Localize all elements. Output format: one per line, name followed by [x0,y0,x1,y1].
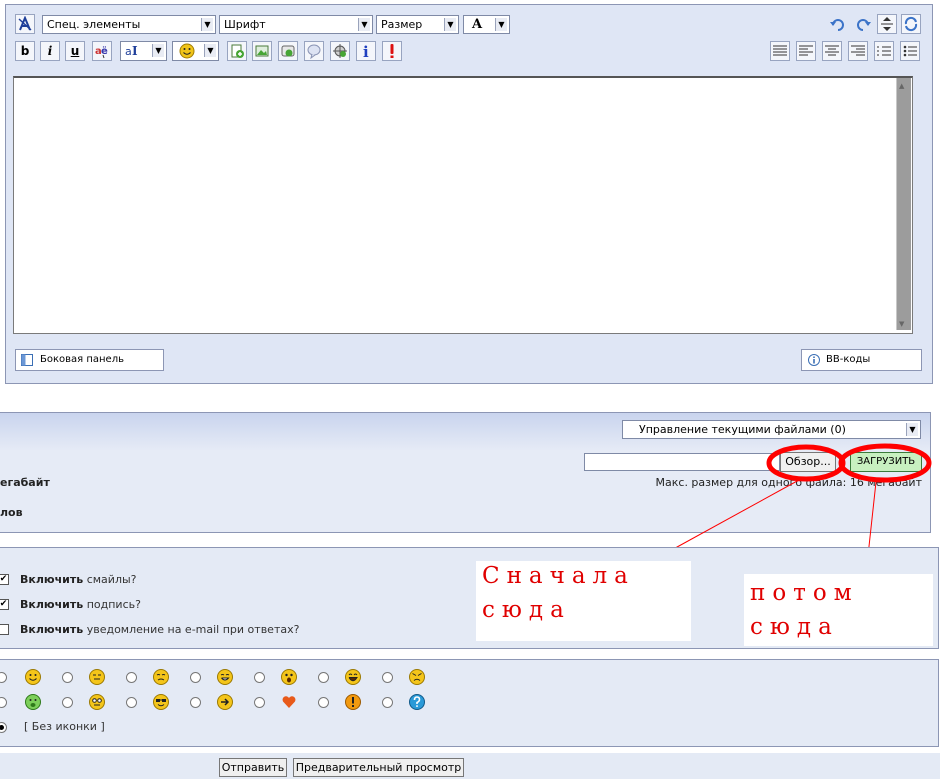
enable-smilies-label: Включить смайлы? [20,573,137,586]
enable-email-notify-label: Включить уведомление на e-mail при ответ… [20,623,300,636]
smile-icon [25,669,41,685]
post-icon-radio[interactable] [126,697,137,708]
annotation-first-line1: Сначала [482,563,635,589]
post-icon-radio[interactable] [254,672,265,683]
post-icon-radio[interactable] [62,697,73,708]
send-label: Отправить [221,761,285,774]
post-icon-radio[interactable] [382,697,393,708]
annotation-first-box: Сначала сюда [476,561,691,641]
browse-highlight-circle [766,444,846,482]
grin-icon [217,669,233,685]
enable-signature-checkbox[interactable]: ✔ [0,599,9,610]
post-icon-radio[interactable] [190,672,201,683]
post-icon-radio[interactable] [62,672,73,683]
arrow-right-icon [217,694,233,710]
post-icon-radio[interactable] [190,697,201,708]
exclamation-icon [345,694,361,710]
post-icon-radio[interactable] [318,672,329,683]
enable-smilies-checkbox[interactable]: ✔ [0,574,9,585]
no-icon-label: [ Без иконки ] [24,720,105,733]
post-icon-radio[interactable] [382,672,393,683]
laugh-icon [345,669,361,685]
enable-signature-label: Включить подпись? [20,598,141,611]
send-button[interactable]: Отправить [219,758,287,777]
sick-icon [25,694,41,710]
bottom-bar [0,753,940,779]
post-icon-radio[interactable] [254,697,265,708]
surprised-icon [281,669,297,685]
upload-highlight-circle [838,443,932,483]
post-icons-panel [0,659,939,747]
pointer-line-first [667,479,800,553]
enable-email-notify-checkbox[interactable] [0,624,9,635]
annotation-first-line2: сюда [482,597,571,623]
post-icon-radio[interactable] [126,672,137,683]
heart-icon [282,696,296,708]
confused-icon [89,694,105,710]
post-icon-radio[interactable] [318,697,329,708]
wink-icon [89,669,105,685]
angry-icon [409,669,425,685]
preview-label: Предварительный просмотр [295,761,462,774]
annotation-then-line2: сюда [750,614,839,640]
sad-icon [153,669,169,685]
annotation-then-box: потом сюда [744,574,933,646]
annotation-then-line1: потом [750,580,859,606]
preview-button[interactable]: Предварительный просмотр [293,758,464,777]
question-icon [409,694,425,710]
cool-icon [153,694,169,710]
